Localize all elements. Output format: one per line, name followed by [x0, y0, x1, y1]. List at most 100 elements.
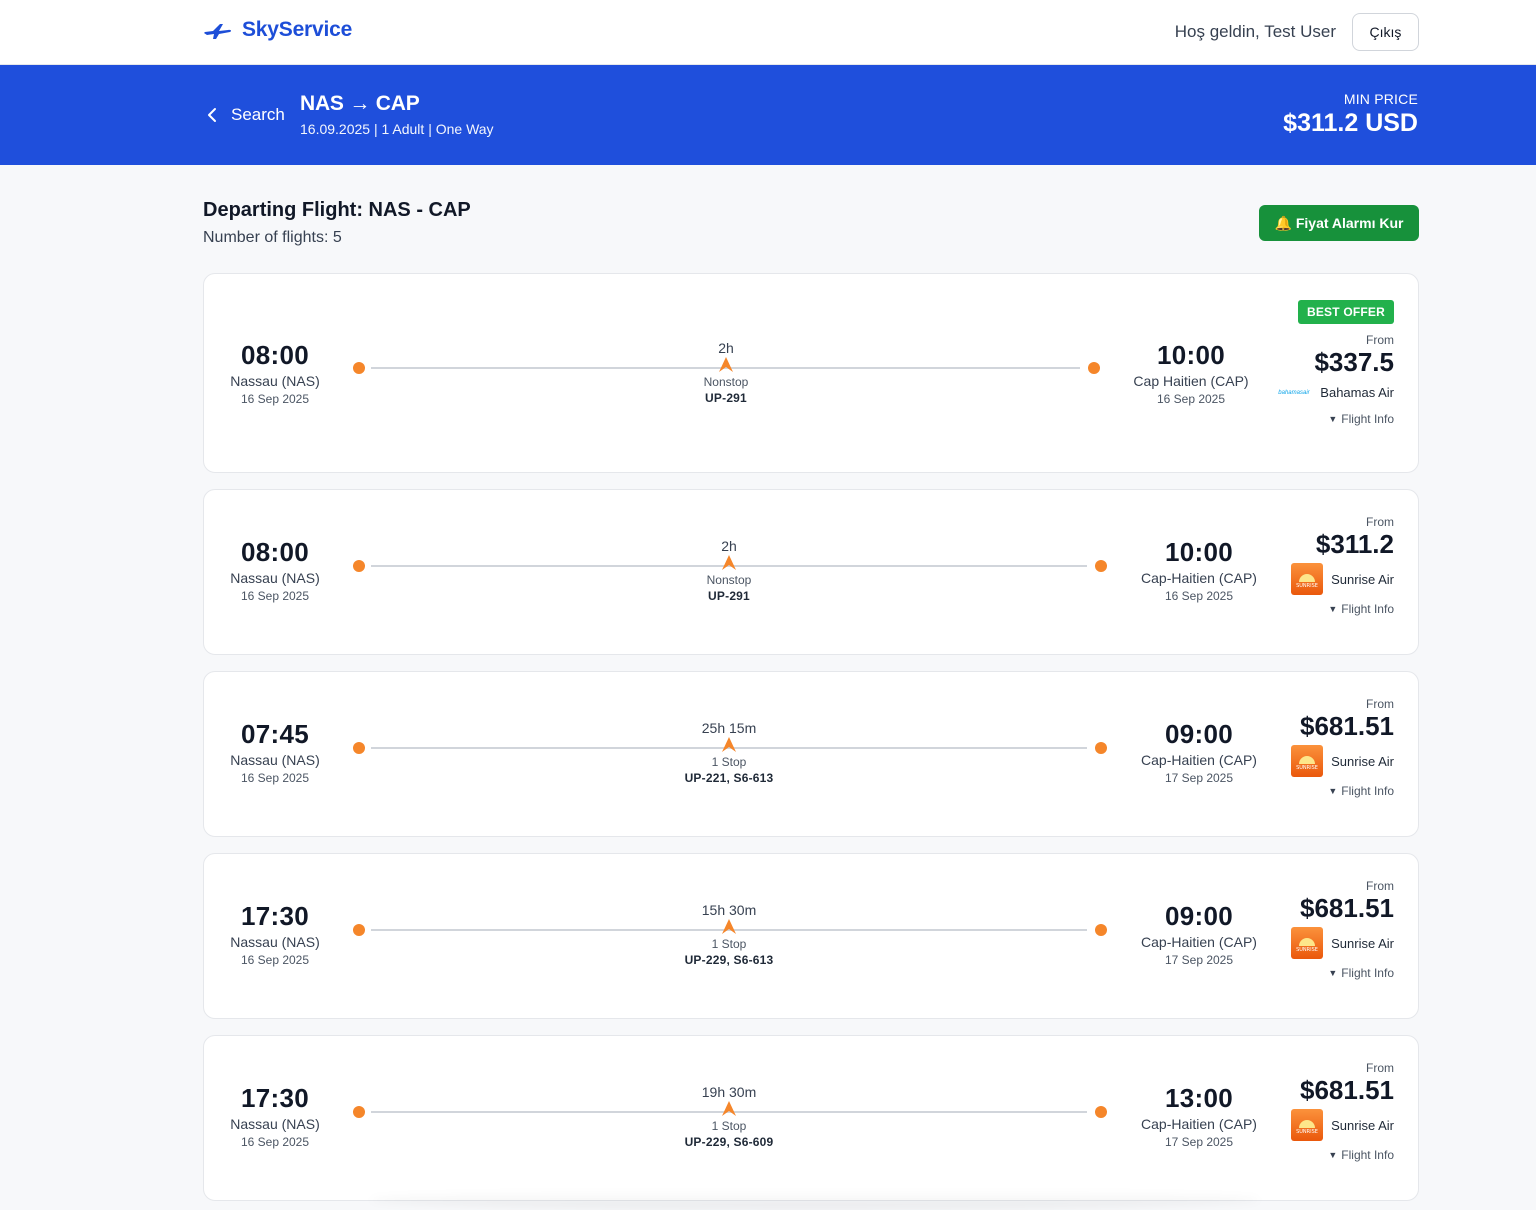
arrival-time: 09:00 — [1165, 901, 1233, 931]
sunrise-logo: SUNRISE — [1291, 927, 1324, 959]
airline-info: SUNRISE Sunrise Air — [1291, 927, 1394, 959]
airplane-icon — [722, 737, 736, 752]
flight-card[interactable]: 17:30 Nassau (NAS) 16 Sep 2025 15h 30m 1… — [203, 853, 1419, 1019]
from-label: From — [1366, 1061, 1394, 1075]
airplane-icon — [722, 919, 736, 934]
svg-text:SUNRISE: SUNRISE — [1296, 765, 1318, 771]
logout-button[interactable]: Çıkış — [1352, 13, 1419, 51]
route-details: 2h Nonstop UP-291 — [629, 538, 829, 603]
arrival-city: Cap-Haitien (CAP) — [1141, 934, 1257, 950]
arrival-info: 09:00 Cap-Haitien (CAP) 17 Sep 2025 — [1114, 901, 1284, 967]
min-price-label: MIN PRICE — [1343, 91, 1418, 107]
brand-logo[interactable]: SkyService — [203, 18, 352, 42]
price-section: From $681.51 SUNRISE Sunrise Air ▼ Fligh… — [1291, 697, 1394, 798]
flight-duration: 19h 30m — [701, 1084, 757, 1100]
price-section: From $681.51 SUNRISE Sunrise Air ▼ Fligh… — [1291, 1061, 1394, 1162]
from-label: From — [1366, 333, 1394, 347]
flight-info-label: Flight Info — [1341, 966, 1394, 980]
back-to-search-link[interactable]: Search — [205, 105, 285, 125]
best-offer-badge: BEST OFFER — [1297, 300, 1394, 324]
flight-info-toggle[interactable]: ▼ Flight Info — [1278, 412, 1394, 426]
price-section: BEST OFFER From $337.5 bahamasair Bahama… — [1278, 300, 1394, 426]
arrival-time: 10:00 — [1157, 340, 1225, 370]
departure-info: 07:45 Nassau (NAS) 16 Sep 2025 — [190, 719, 360, 785]
airline-name: Sunrise Air — [1331, 1117, 1394, 1133]
brand-name: SkyService — [242, 18, 353, 41]
airline-name: Sunrise Air — [1331, 935, 1394, 951]
departure-date: 16 Sep 2025 — [240, 392, 310, 406]
flight-card[interactable]: 07:45 Nassau (NAS) 16 Sep 2025 25h 15m 1… — [203, 671, 1419, 837]
stops-info: 1 Stop — [711, 1119, 747, 1133]
route-title: NAS → CAP — [300, 92, 420, 115]
price-alarm-button[interactable]: 🔔 Fiyat Alarmı Kur — [1259, 205, 1419, 241]
arrival-time: 09:00 — [1165, 719, 1233, 749]
caret-down-icon: ▼ — [1328, 604, 1338, 614]
arrival-city: Cap-Haitien (CAP) — [1141, 752, 1257, 768]
arrival-info: 10:00 Cap-Haitien (CAP) 16 Sep 2025 — [1114, 537, 1284, 603]
flight-info-toggle[interactable]: ▼ Flight Info — [1291, 966, 1394, 980]
flight-duration: 2h — [721, 538, 737, 554]
bahamasair-logo: bahamasair — [1278, 389, 1310, 396]
sun-icon: SUNRISE — [1296, 1120, 1318, 1135]
flight-duration: 15h 30m — [701, 902, 757, 918]
sun-icon: SUNRISE — [1296, 938, 1318, 953]
airline-info: SUNRISE Sunrise Air — [1291, 563, 1394, 595]
departure-time: 17:30 — [241, 1083, 309, 1113]
flight-info-label: Flight Info — [1341, 602, 1394, 616]
arrival-time: 10:00 — [1165, 537, 1233, 567]
airline-info: SUNRISE Sunrise Air — [1291, 745, 1394, 777]
flight-number: UP-229, S6-609 — [684, 1135, 774, 1149]
flight-number: UP-291 — [705, 391, 747, 405]
stops-info: 1 Stop — [711, 755, 747, 769]
stops-info: Nonstop — [706, 573, 752, 587]
search-summary-banner: Search NAS → CAP 16.09.2025 | 1 Adult | … — [0, 65, 1536, 165]
flight-price: $311.2 — [1315, 529, 1394, 559]
departure-time: 08:00 — [241, 537, 309, 567]
departure-time: 08:00 — [241, 340, 309, 370]
arrival-city: Cap-Haitien (CAP) — [1141, 1116, 1257, 1132]
flight-number: UP-291 — [708, 589, 750, 603]
flight-card[interactable]: 08:00 Nassau (NAS) 16 Sep 2025 2h Nonsto… — [203, 273, 1419, 473]
flight-info-label: Flight Info — [1341, 412, 1394, 426]
departure-city: Nassau (NAS) — [230, 934, 320, 950]
route-details: 25h 15m 1 Stop UP-221, S6-613 — [629, 720, 829, 785]
departure-date: 16 Sep 2025 — [240, 589, 310, 603]
airline-name: Bahamas Air — [1320, 385, 1394, 400]
departure-city: Nassau (NAS) — [230, 1116, 320, 1132]
departure-date: 16 Sep 2025 — [240, 953, 310, 967]
route-details: 19h 30m 1 Stop UP-229, S6-609 — [629, 1084, 829, 1149]
arrival-dot — [1095, 560, 1107, 572]
airline-name: Sunrise Air — [1331, 753, 1394, 769]
flight-info-toggle[interactable]: ▼ Flight Info — [1291, 602, 1394, 616]
arrival-date: 17 Sep 2025 — [1164, 953, 1234, 967]
results-title: Departing Flight: NAS - CAP — [203, 199, 471, 221]
arrival-date: 17 Sep 2025 — [1164, 771, 1234, 785]
arrival-info: 09:00 Cap-Haitien (CAP) 17 Sep 2025 — [1114, 719, 1284, 785]
price-section: From $681.51 SUNRISE Sunrise Air ▼ Fligh… — [1291, 879, 1394, 980]
svg-text:SUNRISE: SUNRISE — [1296, 583, 1318, 589]
arrival-dot — [1088, 362, 1100, 374]
sunrise-logo: SUNRISE — [1291, 745, 1324, 777]
departure-dot — [353, 1106, 365, 1118]
departure-time: 07:45 — [241, 719, 309, 749]
arrival-info: 10:00 Cap Haitien (CAP) 16 Sep 2025 — [1106, 340, 1276, 406]
route-details: 2h Nonstop UP-291 — [626, 340, 826, 405]
back-label: Search — [231, 105, 285, 124]
flight-price: $681.51 — [1300, 711, 1394, 741]
flight-info-toggle[interactable]: ▼ Flight Info — [1291, 784, 1394, 798]
departure-time: 17:30 — [241, 901, 309, 931]
from-label: From — [1366, 879, 1394, 893]
arrival-city: Cap Haitien (CAP) — [1133, 373, 1249, 389]
flight-info-label: Flight Info — [1341, 784, 1394, 798]
flight-card[interactable]: 17:30 Nassau (NAS) 16 Sep 2025 19h 30m 1… — [203, 1035, 1419, 1201]
arrival-time: 13:00 — [1165, 1083, 1233, 1113]
search-details: 16.09.2025 | 1 Adult | One Way — [300, 121, 494, 137]
sun-icon: SUNRISE — [1296, 756, 1318, 771]
scroll-shadow — [370, 1190, 1260, 1210]
results-count: Number of flights: 5 — [203, 229, 342, 246]
flight-info-toggle[interactable]: ▼ Flight Info — [1291, 1148, 1394, 1162]
caret-down-icon: ▼ — [1328, 786, 1338, 796]
flight-card[interactable]: 08:00 Nassau (NAS) 16 Sep 2025 2h Nonsto… — [203, 489, 1419, 655]
flight-duration: 25h 15m — [701, 720, 757, 736]
departure-dot — [353, 742, 365, 754]
